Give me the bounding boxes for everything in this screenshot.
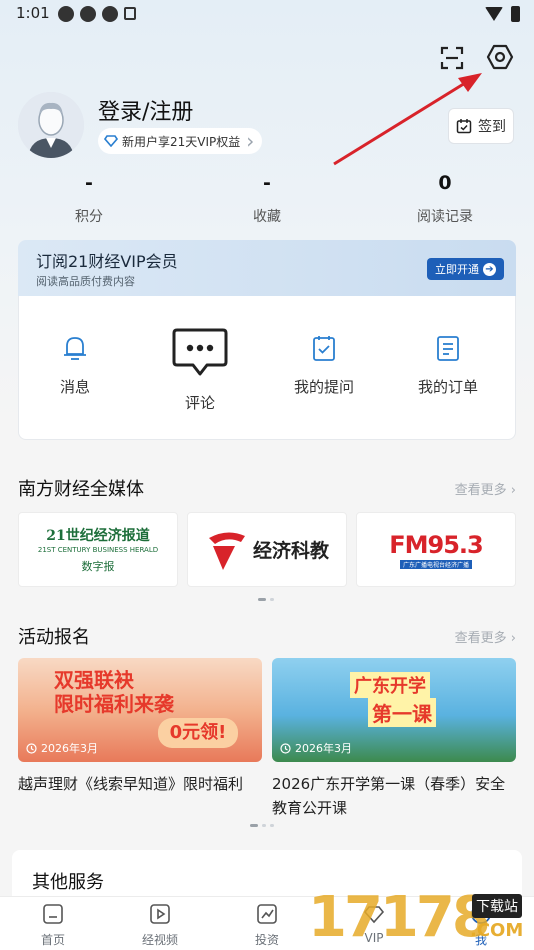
action-comments[interactable]: 评论 — [145, 326, 255, 413]
stat-value: - — [85, 172, 93, 194]
banner-text: 第一课 — [368, 698, 436, 727]
battery-icon — [511, 6, 520, 22]
home-icon — [43, 904, 63, 924]
media-card-gdtv[interactable]: 经济科教 — [187, 512, 347, 587]
activity-card-image[interactable]: 广东开学 第一课 2026年3月 — [272, 658, 516, 762]
watermark-domain: .COM — [470, 920, 524, 941]
settings-icon — [486, 44, 514, 70]
status-time: 1:01 — [16, 4, 50, 22]
open-vip-button[interactable]: 立即开通 ➔ — [427, 258, 504, 280]
media-card-fm953[interactable]: FM95.3 广东广播电视台经济广播 — [356, 512, 516, 587]
scan-icon — [440, 46, 464, 70]
nav-video[interactable]: 经视频 — [130, 903, 190, 948]
action-label: 消息 — [59, 378, 90, 396]
nav-label: 投资 — [254, 933, 279, 947]
action-label: 我的订单 — [417, 378, 478, 396]
vip-promo-text: 新用户享21天VIP权益 — [122, 134, 241, 149]
action-label: 评论 — [184, 394, 215, 412]
banner-text: 限时福利来袭 — [54, 692, 174, 716]
activity-see-more-link[interactable]: 查看更多 › — [455, 627, 516, 646]
media-pager — [258, 598, 274, 601]
media-card-line: 21世纪经济报道 — [46, 528, 150, 544]
nav-label: 首页 — [40, 933, 65, 947]
media-section-title: 南方财经全媒体 — [18, 479, 144, 500]
nav-invest[interactable]: 投资 — [237, 903, 297, 948]
stat-label: 收藏 — [253, 209, 281, 225]
watermark-text: 17178 — [308, 885, 491, 950]
system-icons — [485, 6, 520, 22]
banner-text: 广东开学 — [350, 672, 430, 698]
chevron-right-icon: › — [246, 129, 255, 153]
scan-button[interactable] — [438, 44, 466, 72]
app-notification-icon — [58, 6, 74, 22]
settings-button[interactable] — [486, 42, 514, 72]
media-see-more-link[interactable]: 查看更多 › — [455, 479, 516, 498]
media-card-line: FM95.3 — [389, 530, 483, 559]
arrow-right-icon: ➔ — [483, 262, 496, 276]
checkin-label: 签到 — [478, 119, 506, 135]
video-icon — [150, 904, 170, 924]
status-bar: 1:01 — [0, 0, 534, 28]
app-notification-icon — [80, 6, 96, 22]
action-messages[interactable]: 消息 — [20, 332, 130, 397]
media-card-21cbh[interactable]: 21世纪经济报道 21ST CENTURY BUSINESS HERALD 数字… — [18, 512, 178, 587]
media-card-line: 数字报 — [81, 560, 115, 573]
media-card-line: 经济科教 — [252, 540, 329, 562]
clock-icon — [26, 742, 37, 754]
activity-title[interactable]: 越声理财《线索早知道》限时福利 — [18, 772, 266, 796]
gdtv-logo-icon — [208, 531, 245, 570]
stat-value: - — [263, 172, 271, 194]
calendar-check-icon — [456, 119, 472, 134]
vip-banner-title: 订阅21财经VIP会员 — [36, 252, 178, 271]
activity-section-title: 活动报名 — [18, 627, 90, 648]
login-register-link[interactable]: 登录/注册 — [98, 94, 193, 126]
stat-points[interactable]: - 积分 — [29, 172, 149, 226]
vip-subscribe-banner[interactable]: 订阅21财经VIP会员 阅读高品质付费内容 立即开通 ➔ — [18, 240, 516, 296]
activity-date: 2026年3月 — [280, 740, 352, 756]
quick-actions-card: 消息 评论 我的提问 我的订单 — [18, 296, 516, 440]
action-label: 我的提问 — [293, 378, 354, 396]
activity-date-text: 2026年3月 — [295, 742, 352, 755]
checkin-button[interactable]: 签到 — [448, 108, 514, 144]
activity-title[interactable]: 2026广东开学第一课（春季）安全教育公开课 — [272, 772, 520, 820]
question-icon — [313, 336, 335, 361]
comment-icon — [172, 328, 228, 376]
media-card-line: 广东广播电视台经济广播 — [399, 559, 472, 569]
see-more-label: 查看更多 — [454, 483, 507, 498]
stat-label: 积分 — [75, 209, 103, 225]
action-my-questions[interactable]: 我的提问 — [269, 332, 379, 397]
app-notification-icon — [124, 7, 136, 20]
watermark-sub: 下载站 — [472, 894, 522, 918]
media-card-line: 21ST CENTURY BUSINESS HERALD — [37, 546, 159, 554]
see-more-label: 查看更多 — [454, 631, 507, 646]
chart-icon — [257, 904, 277, 924]
stat-favorites[interactable]: - 收藏 — [207, 172, 327, 226]
clock-icon — [280, 742, 291, 754]
action-my-orders[interactable]: 我的订单 — [393, 332, 503, 397]
bell-icon — [64, 337, 86, 360]
stat-value: 0 — [438, 172, 452, 194]
default-avatar-icon — [18, 92, 84, 158]
notification-icons — [58, 6, 136, 22]
nav-label: 经视频 — [141, 933, 178, 947]
stat-label: 阅读记录 — [417, 209, 473, 225]
wifi-icon — [485, 7, 503, 21]
vip-promo-pill[interactable]: 新用户享21天VIP权益 › — [98, 128, 263, 154]
avatar[interactable] — [18, 92, 84, 158]
other-services-title: 其他服务 — [32, 872, 104, 893]
activity-date-text: 2026年3月 — [41, 742, 98, 755]
open-vip-label: 立即开通 — [435, 263, 479, 276]
vip-banner-subtitle: 阅读高品质付费内容 — [36, 275, 135, 288]
diamond-icon — [104, 135, 118, 147]
nav-home[interactable]: 首页 — [23, 903, 83, 948]
activity-card-image[interactable]: 双强联袂 限时福利来袭 0元领! 2026年3月 — [18, 658, 262, 762]
banner-badge: 0元领! — [158, 718, 238, 748]
stat-reading-history[interactable]: 0 阅读记录 — [385, 172, 505, 226]
order-icon — [437, 336, 459, 361]
activity-date: 2026年3月 — [26, 740, 98, 756]
watermark-logo: 17178 下载站 .COM — [308, 880, 534, 950]
activity-pager — [250, 824, 274, 827]
app-notification-icon — [102, 6, 118, 22]
